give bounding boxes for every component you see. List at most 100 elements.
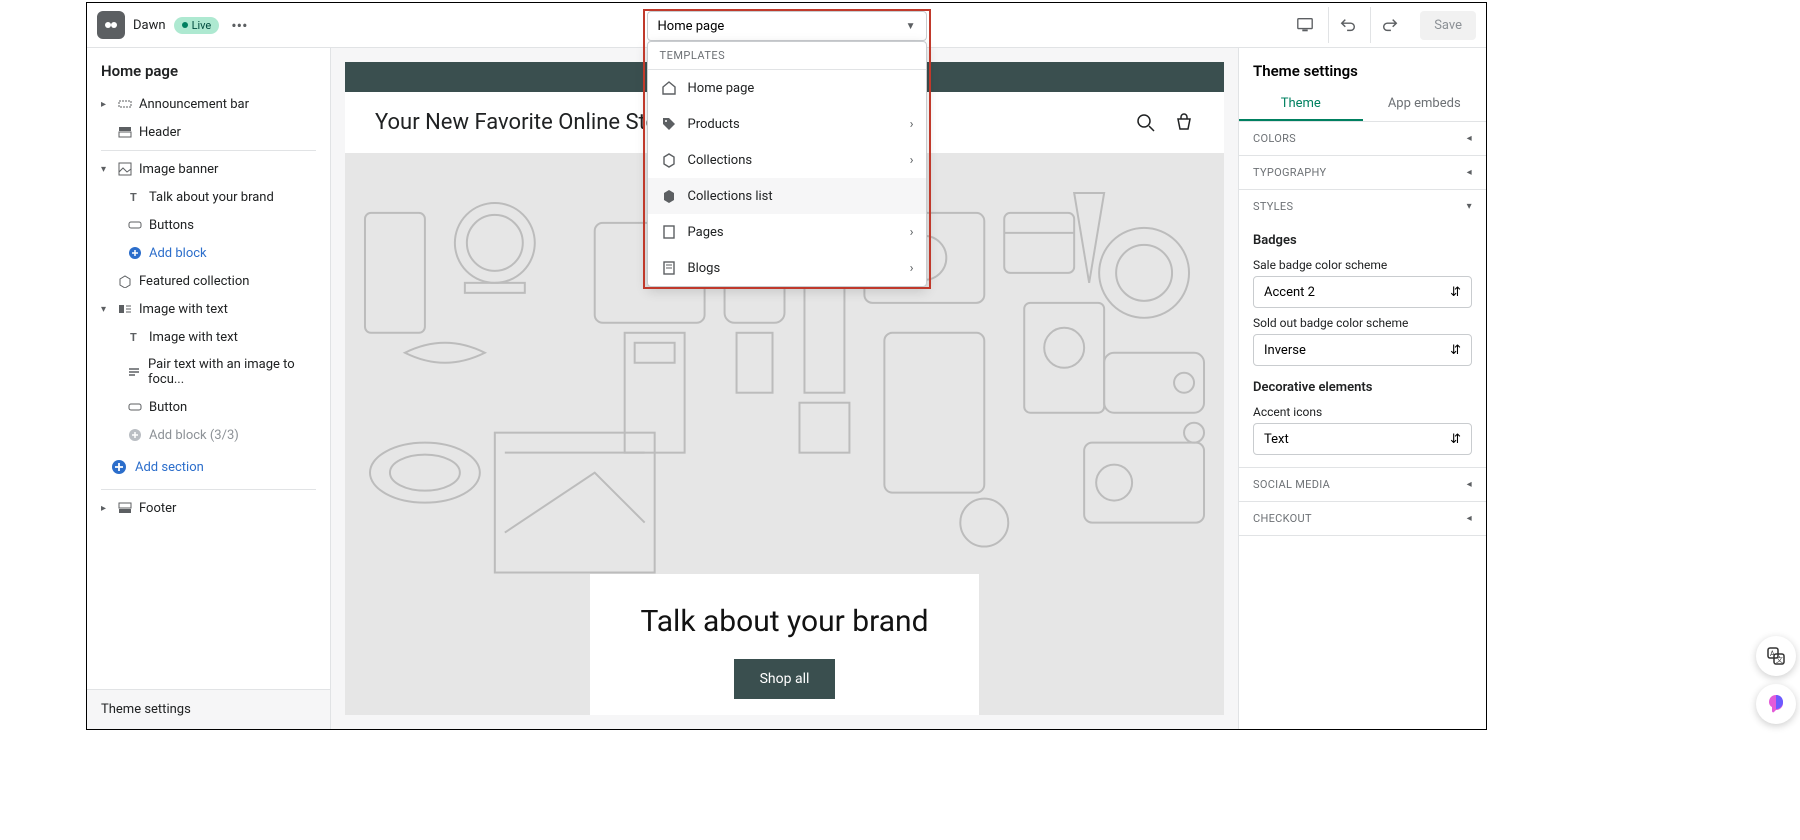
footer-icon <box>117 500 133 516</box>
tag-icon <box>660 115 678 133</box>
settings-panel-title: Theme settings <box>1239 48 1486 88</box>
block-image-with-text[interactable]: T Image with text <box>87 323 330 351</box>
decorative-heading: Decorative elements <box>1253 380 1472 395</box>
chevron-down-icon: ▾ <box>101 164 111 175</box>
plus-circle-icon <box>127 427 143 443</box>
collection-icon <box>117 273 133 289</box>
chevron-left-icon: ◂ <box>1467 167 1472 178</box>
chevron-right-icon: ▸ <box>101 503 111 514</box>
undo-button[interactable] <box>1328 7 1366 43</box>
add-block-disabled: Add block (3/3) <box>87 421 330 449</box>
template-dropdown: TEMPLATES Home page Products › Collectio… <box>647 41 927 287</box>
block-talk-about-brand[interactable]: T Talk about your brand <box>87 183 330 211</box>
template-item-blogs[interactable]: Blogs › <box>648 250 926 286</box>
chevron-down-icon: ▾ <box>1467 201 1472 212</box>
translate-widget[interactable]: A文 <box>1756 636 1796 676</box>
select-caret-icon: ⇵ <box>1450 343 1461 358</box>
template-item-pages[interactable]: Pages › <box>648 214 926 250</box>
block-buttons[interactable]: Buttons <box>87 211 330 239</box>
sold-out-label: Sold out badge color scheme <box>1253 316 1472 330</box>
template-item-collections[interactable]: Collections › <box>648 142 926 178</box>
assistant-widget[interactable] <box>1756 684 1796 724</box>
chevron-right-icon: › <box>910 117 914 132</box>
accordion-typography[interactable]: TYPOGRAPHY ◂ <box>1239 156 1486 189</box>
page-selector-label: Home page <box>658 19 725 34</box>
chevron-right-icon: ▸ <box>101 99 111 110</box>
cart-icon[interactable] <box>1174 113 1194 133</box>
button-icon <box>127 399 143 415</box>
svg-text:T: T <box>130 191 137 204</box>
image-icon <box>117 161 133 177</box>
more-actions-button[interactable]: ••• <box>227 12 251 39</box>
chevron-left-icon: ◂ <box>1467 479 1472 490</box>
svg-text:T: T <box>130 331 137 344</box>
section-footer[interactable]: ▸ Footer <box>87 494 330 522</box>
accordion-colors[interactable]: COLORS ◂ <box>1239 122 1486 155</box>
accent-icons-select[interactable]: Text ⇵ <box>1253 423 1472 455</box>
select-caret-icon: ⇵ <box>1450 432 1461 447</box>
page-icon <box>660 223 678 241</box>
image-text-icon <box>117 301 133 317</box>
chevron-down-icon: ▼ <box>906 21 916 32</box>
theme-logo <box>97 11 125 39</box>
chevron-left-icon: ◂ <box>1467 133 1472 144</box>
paragraph-icon <box>127 364 142 380</box>
section-announcement-bar[interactable]: ▸ Announcement bar <box>87 90 330 118</box>
section-image-banner[interactable]: ▾ Image banner <box>87 155 330 183</box>
text-icon: T <box>127 329 143 345</box>
redo-button[interactable] <box>1370 7 1408 43</box>
svg-text:A: A <box>1770 650 1775 658</box>
chevron-right-icon: › <box>910 261 914 276</box>
svg-text:文: 文 <box>1776 655 1783 664</box>
topbar: Dawn Live ••• Home page ▼ Save TEMPLATES <box>87 3 1486 48</box>
select-caret-icon: ⇵ <box>1450 285 1461 300</box>
chevron-right-icon: › <box>910 153 914 168</box>
accordion-styles[interactable]: STYLES ▾ <box>1239 190 1486 223</box>
header-icon <box>117 124 133 140</box>
block-pair-text[interactable]: Pair text with an image to focu... <box>87 351 330 393</box>
sale-badge-label: Sale badge color scheme <box>1253 258 1472 272</box>
viewport-desktop-button[interactable] <box>1286 7 1324 43</box>
settings-tabs: Theme App embeds <box>1239 88 1486 122</box>
hero-heading: Talk about your brand <box>640 604 928 639</box>
template-item-products[interactable]: Products › <box>648 106 926 142</box>
collection-icon <box>660 151 678 169</box>
section-image-with-text[interactable]: ▾ Image with text <box>87 295 330 323</box>
tab-app-embeds[interactable]: App embeds <box>1363 88 1487 121</box>
blog-icon <box>660 259 678 277</box>
section-header[interactable]: Header <box>87 118 330 146</box>
sold-out-select[interactable]: Inverse ⇵ <box>1253 334 1472 366</box>
template-item-collections-list[interactable]: Collections list <box>648 178 926 214</box>
theme-settings-button[interactable]: Theme settings <box>87 689 330 729</box>
sections-panel-title: Home page <box>87 48 330 90</box>
sale-badge-select[interactable]: Accent 2 ⇵ <box>1253 276 1472 308</box>
settings-panel: Theme settings Theme App embeds COLORS ◂… <box>1238 48 1486 729</box>
accent-icons-label: Accent icons <box>1253 405 1472 419</box>
template-item-home[interactable]: Home page <box>648 70 926 106</box>
button-icon <box>127 217 143 233</box>
save-button[interactable]: Save <box>1420 11 1476 40</box>
badges-heading: Badges <box>1253 233 1472 248</box>
hero-cta-button[interactable]: Shop all <box>734 659 836 699</box>
sections-panel: Home page ▸ Announcement bar Header ▾ Im… <box>87 48 331 729</box>
dropdown-header: TEMPLATES <box>648 42 926 70</box>
accordion-social-media[interactable]: SOCIAL MEDIA ◂ <box>1239 468 1486 501</box>
page-selector[interactable]: Home page ▼ <box>647 11 927 41</box>
accordion-checkout[interactable]: CHECKOUT ◂ <box>1239 502 1486 535</box>
live-badge: Live <box>174 17 220 34</box>
section-icon <box>117 96 133 112</box>
block-button[interactable]: Button <box>87 393 330 421</box>
tab-theme[interactable]: Theme <box>1239 88 1363 121</box>
add-block-button[interactable]: Add block <box>87 239 330 267</box>
collections-list-icon <box>660 187 678 205</box>
store-title: Your New Favorite Online Store <box>375 110 677 135</box>
search-icon[interactable] <box>1136 113 1156 133</box>
plus-circle-icon <box>127 245 143 261</box>
chevron-down-icon: ▾ <box>101 304 111 315</box>
chevron-right-icon: › <box>910 225 914 240</box>
section-featured-collection[interactable]: Featured collection <box>87 267 330 295</box>
home-icon <box>660 79 678 97</box>
text-icon: T <box>127 189 143 205</box>
add-section-button[interactable]: Add section <box>87 449 330 485</box>
hero-card: Talk about your brand Shop all <box>590 574 978 715</box>
